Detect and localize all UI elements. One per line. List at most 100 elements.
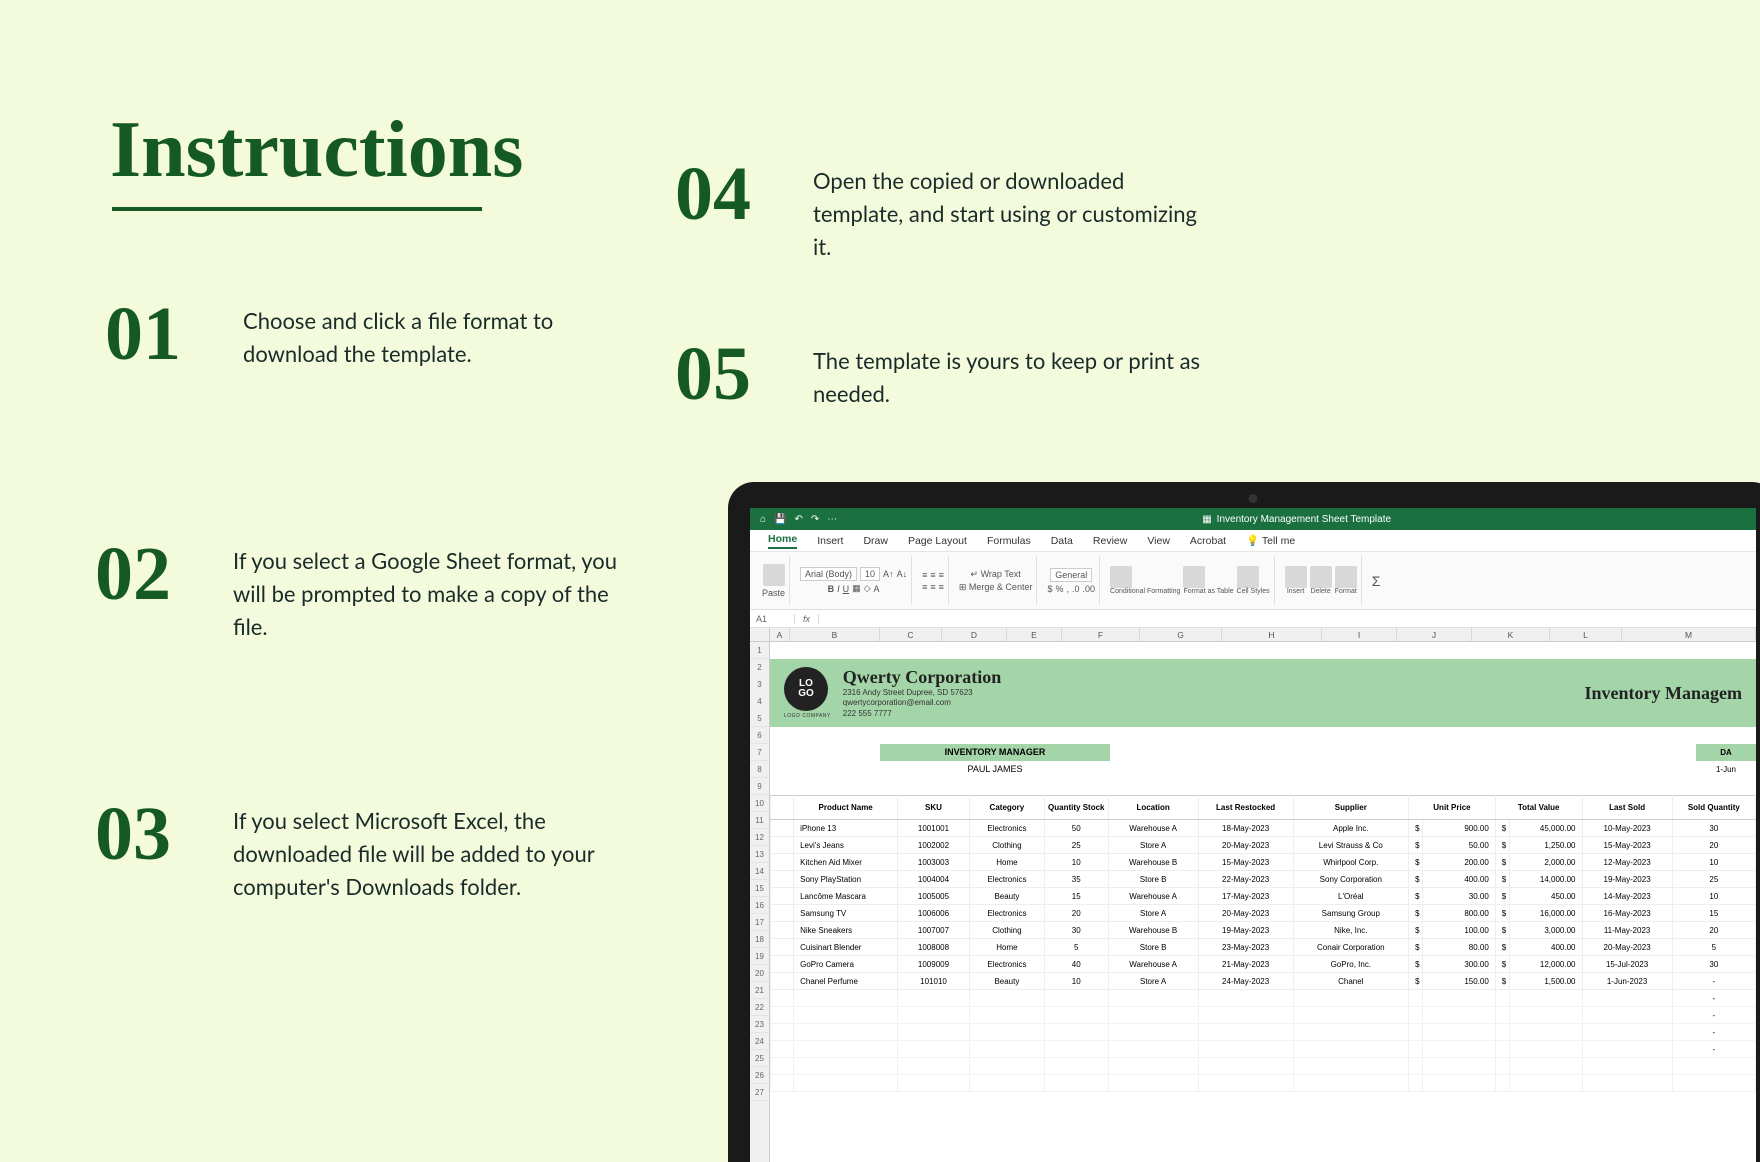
tab-view[interactable]: View xyxy=(1147,535,1170,547)
col-f[interactable]: F xyxy=(1062,628,1140,641)
number-format-select[interactable]: General xyxy=(1050,568,1092,582)
autosum-icon[interactable]: Σ xyxy=(1372,573,1381,589)
wrap-text-button[interactable]: ↵ Wrap Text xyxy=(971,569,1021,580)
tab-insert[interactable]: Insert xyxy=(817,535,843,547)
table-row: Cuisinart Blender1008008Home5Store B23-M… xyxy=(771,939,1756,956)
insert-cell-icon[interactable] xyxy=(1285,566,1307,588)
step-text: Open the copied or downloaded template, … xyxy=(813,160,1213,263)
col-a[interactable]: A xyxy=(770,628,790,641)
tab-draw[interactable]: Draw xyxy=(863,535,888,547)
col-m[interactable]: M xyxy=(1622,628,1756,641)
title-underline xyxy=(112,207,482,211)
redo-icon: ↷ xyxy=(811,514,819,525)
paste-icon[interactable] xyxy=(763,564,785,586)
fmt-table-icon[interactable] xyxy=(1183,566,1205,588)
comma-icon[interactable]: , xyxy=(1066,584,1069,594)
table-row: - xyxy=(771,1007,1756,1024)
align-bot-icon[interactable]: ≡ xyxy=(939,570,944,580)
th-soldqty: Sold Quantity xyxy=(1672,796,1755,820)
table-row: Lancôme Mascara1005005Beauty15Warehouse … xyxy=(771,888,1756,905)
merge-button[interactable]: ⊞ Merge & Center xyxy=(959,582,1033,593)
italic-button[interactable]: I xyxy=(837,584,840,594)
col-l[interactable]: L xyxy=(1550,628,1622,641)
tab-acrobat[interactable]: Acrobat xyxy=(1190,535,1226,547)
step-text: Choose and click a file format to downlo… xyxy=(243,300,643,370)
cond-fmt-icon[interactable] xyxy=(1110,566,1132,588)
th-location: Location xyxy=(1108,796,1198,820)
tab-data[interactable]: Data xyxy=(1051,535,1073,547)
th-sku: SKU xyxy=(898,796,970,820)
company-phone: 222 555 7777 xyxy=(843,709,1573,719)
underline-button[interactable]: U xyxy=(843,584,850,594)
align-center-icon[interactable]: ≡ xyxy=(930,582,935,592)
border-icon[interactable]: ▦ xyxy=(852,583,861,594)
step-number: 03 xyxy=(95,800,205,868)
col-i[interactable]: I xyxy=(1322,628,1397,641)
sheet-title: Inventory Managem xyxy=(1585,683,1742,704)
inc-decimal-icon[interactable]: .0 xyxy=(1072,584,1080,594)
tab-home[interactable]: Home xyxy=(768,533,797,549)
fill-icon[interactable]: ◇ xyxy=(864,583,871,594)
format-cell-icon[interactable] xyxy=(1335,566,1357,588)
page-title: Instructions xyxy=(110,105,523,196)
col-d[interactable]: D xyxy=(942,628,1007,641)
align-group: ≡ ≡ ≡ ≡ ≡ ≡ xyxy=(918,556,949,605)
col-e[interactable]: E xyxy=(1007,628,1062,641)
bold-button[interactable]: B xyxy=(828,584,835,594)
inc-font-icon[interactable]: A↑ xyxy=(883,569,894,579)
name-box[interactable]: A1 xyxy=(750,614,795,624)
percent-icon[interactable]: % xyxy=(1055,584,1063,594)
th-category: Category xyxy=(969,796,1044,820)
company-logo: LO GO xyxy=(784,667,828,711)
sheet-area: 1 2345 67891011 121314151617 18192021222… xyxy=(750,642,1756,1162)
table-row xyxy=(771,1058,1756,1075)
row-numbers: 1 2345 67891011 121314151617 18192021222… xyxy=(750,642,770,1162)
col-j[interactable]: J xyxy=(1397,628,1472,641)
table-row: Kitchen Aid Mixer1003003Home10Warehouse … xyxy=(771,854,1756,871)
date-value: 1-Jun xyxy=(1696,761,1756,778)
align-right-icon[interactable]: ≡ xyxy=(939,582,944,592)
step-number: 04 xyxy=(675,160,785,228)
tab-tell-me[interactable]: 💡 Tell me xyxy=(1246,534,1295,547)
company-address: 2316 Andy Street Dupree, SD 57623 xyxy=(843,688,1573,698)
step-text: If you select a Google Sheet format, you… xyxy=(233,540,633,643)
table-row: Chanel Perfume101010Beauty10Store A24-Ma… xyxy=(771,973,1756,990)
wrap-group: ↵ Wrap Text ⊞ Merge & Center xyxy=(955,556,1038,605)
dec-font-icon[interactable]: A↓ xyxy=(897,569,908,579)
th-product: Product Name xyxy=(794,796,898,820)
date-label: DA xyxy=(1696,744,1756,761)
col-b[interactable]: B xyxy=(790,628,880,641)
table-row: - xyxy=(771,990,1756,1007)
company-email: qwertycorporation@email.com xyxy=(843,698,1573,708)
table-row: Samsung TV1006006Electronics20Store A20-… xyxy=(771,905,1756,922)
tab-page-layout[interactable]: Page Layout xyxy=(908,535,967,547)
number-group: General $ % , .0 .00 xyxy=(1043,556,1100,605)
align-left-icon[interactable]: ≡ xyxy=(922,582,927,592)
table-row: - xyxy=(771,1041,1756,1058)
col-c[interactable]: C xyxy=(880,628,942,641)
col-g[interactable]: G xyxy=(1140,628,1222,641)
delete-cell-icon[interactable] xyxy=(1310,566,1332,588)
col-k[interactable]: K xyxy=(1472,628,1550,641)
font-name-select[interactable]: Arial (Body) xyxy=(800,567,857,581)
sum-group: Σ xyxy=(1368,556,1385,605)
step-text: If you select Microsoft Excel, the downl… xyxy=(233,800,633,903)
step-number: 02 xyxy=(95,540,205,608)
th-unitprice: Unit Price xyxy=(1409,796,1496,820)
title-bar: ⌂ 💾 ↶ ↷ ⋯ ▦ Inventory Management Sheet T… xyxy=(750,508,1756,530)
tab-review[interactable]: Review xyxy=(1093,535,1127,547)
th-supplier: Supplier xyxy=(1293,796,1409,820)
fx-label: fx xyxy=(795,614,819,624)
align-mid-icon[interactable]: ≡ xyxy=(930,570,935,580)
dec-decimal-icon[interactable]: .00 xyxy=(1083,584,1096,594)
font-size-select[interactable]: 10 xyxy=(860,567,880,581)
tab-formulas[interactable]: Formulas xyxy=(987,535,1031,547)
col-h[interactable]: H xyxy=(1222,628,1322,641)
font-color-icon[interactable]: A xyxy=(874,584,880,594)
cell-styles-icon[interactable] xyxy=(1237,566,1259,588)
currency-icon[interactable]: $ xyxy=(1047,584,1052,594)
table-row: GoPro Camera1009009Electronics40Warehous… xyxy=(771,956,1756,973)
align-top-icon[interactable]: ≡ xyxy=(922,570,927,580)
save-icon: 💾 xyxy=(774,514,786,525)
more-icon: ⋯ xyxy=(827,514,837,525)
